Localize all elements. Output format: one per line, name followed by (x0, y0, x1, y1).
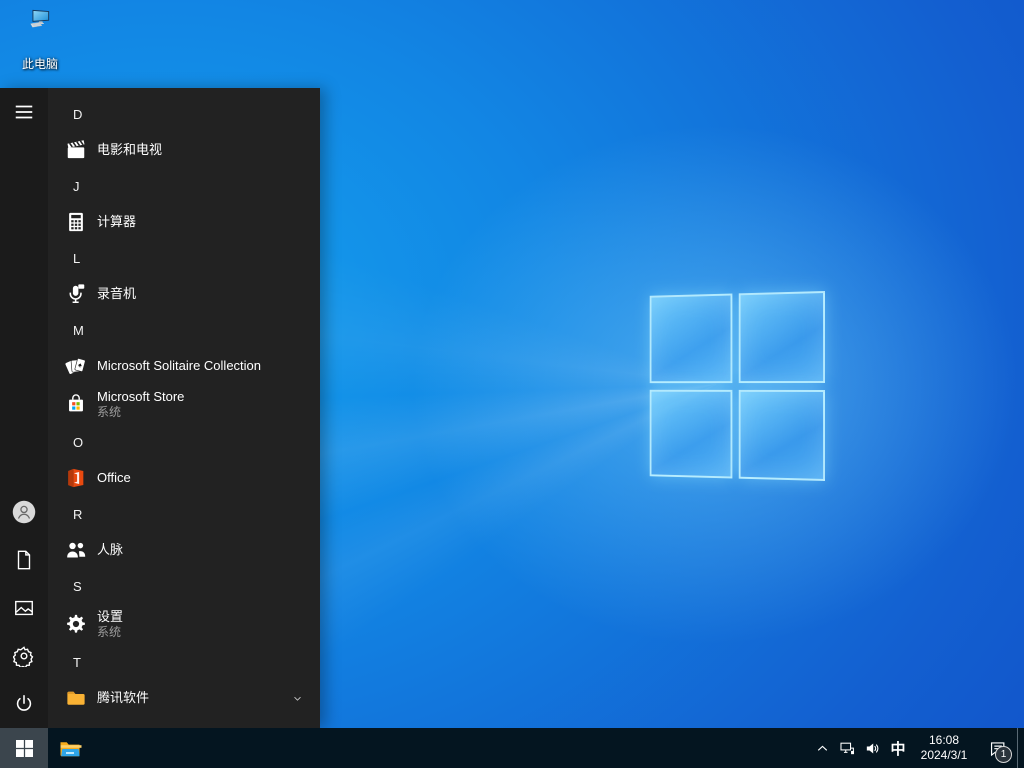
wallpaper-logo-pane (650, 294, 732, 383)
settings-outline-icon (12, 644, 36, 668)
power-button[interactable] (0, 680, 48, 728)
taskbar-pinned-apps (48, 728, 92, 768)
app-section-W[interactable]: W (48, 716, 320, 728)
wallpaper-windows-logo (650, 291, 825, 481)
wallpaper-logo-pane (738, 291, 825, 383)
store-icon (64, 392, 88, 416)
app-section-T[interactable]: T (48, 644, 320, 680)
folder-icon (64, 686, 88, 710)
clock-time: 16:08 (929, 733, 959, 748)
app-label: 电影和电视 (97, 142, 162, 157)
desktop-icon-this-pc[interactable]: 此电脑 (6, 8, 74, 72)
ime-indicator[interactable]: 中 (885, 728, 911, 768)
app-section-R[interactable]: R (48, 496, 320, 532)
app-item[interactable]: 腾讯软件 (48, 680, 320, 716)
app-label: Microsoft Solitaire Collection (97, 358, 261, 373)
show-desktop-button[interactable] (1017, 728, 1024, 768)
wallpaper-logo-pane (650, 389, 732, 478)
app-item[interactable]: 录音机 (48, 276, 320, 312)
app-item[interactable]: Microsoft Store 系统 (48, 384, 320, 424)
section-letter: R (73, 507, 82, 522)
system-tray: 中 16:08 2024/3/1 1 (810, 728, 1024, 768)
app-item[interactable]: 设置 系统 (48, 604, 320, 644)
desktop-icon-label: 此电脑 (6, 55, 74, 72)
notification-badge: 1 (995, 746, 1012, 763)
section-letter: M (73, 323, 84, 338)
taskbar-clock[interactable]: 16:08 2024/3/1 (911, 728, 977, 768)
movies-tv-icon (64, 138, 88, 162)
app-label: 人脉 (97, 542, 123, 557)
app-item[interactable]: Office (48, 460, 320, 496)
app-item[interactable]: 人脉 (48, 532, 320, 568)
chevron-down-icon (290, 691, 304, 705)
rail-bottom-group (0, 488, 48, 728)
app-section-S[interactable]: S (48, 568, 320, 604)
pictures-button[interactable] (0, 584, 48, 632)
app-label: 腾讯软件 (97, 690, 149, 705)
people-icon (64, 538, 88, 562)
chevron-up-icon (811, 736, 835, 760)
section-letter: L (73, 251, 80, 266)
desktop-wallpaper: 此电脑 D 电影和电视 J 计算器 L 录音机 M ♠ Microsoft Solitaire … (0, 0, 1024, 768)
app-label: Microsoft Store (97, 389, 184, 404)
app-label: Office (97, 470, 131, 485)
action-center-button[interactable]: 1 (977, 728, 1017, 768)
section-letter: S (73, 579, 82, 594)
network-button[interactable] (835, 728, 860, 768)
volume-icon (861, 736, 885, 760)
section-letter: J (73, 179, 80, 194)
windows-logo-icon (12, 736, 36, 760)
voice-recorder-icon (64, 282, 88, 306)
start-app-list: D 电影和电视 J 计算器 L 录音机 M ♠ Microsoft Solitaire Coll… (48, 88, 320, 728)
office-icon (64, 466, 88, 490)
section-letter: T (73, 655, 81, 670)
hamburger-icon (12, 100, 36, 124)
network-icon (836, 736, 860, 760)
app-section-O[interactable]: O (48, 424, 320, 460)
app-item[interactable]: 计算器 (48, 204, 320, 240)
app-label: 录音机 (97, 286, 136, 301)
section-letter: O (73, 435, 83, 450)
app-section-J[interactable]: J (48, 168, 320, 204)
user-avatar-icon (12, 500, 36, 524)
user-account-button[interactable] (0, 488, 48, 536)
menu-hamburger-button[interactable] (0, 88, 48, 136)
app-section-D[interactable]: D (48, 96, 320, 132)
app-item[interactable]: 电影和电视 (48, 132, 320, 168)
pictures-icon (12, 596, 36, 620)
settings-button[interactable] (0, 632, 48, 680)
clock-date: 2024/3/1 (921, 748, 968, 763)
app-item[interactable]: ♠ Microsoft Solitaire Collection (48, 348, 320, 384)
solitaire-icon: ♠ (64, 354, 88, 378)
tray-overflow-button[interactable] (810, 728, 835, 768)
start-button[interactable] (0, 728, 48, 768)
power-icon (12, 692, 36, 716)
start-menu-rail (0, 88, 48, 728)
rail-top-group (0, 88, 48, 136)
app-sublabel: 系统 (97, 625, 123, 639)
calculator-icon (64, 210, 88, 234)
app-section-M[interactable]: M (48, 312, 320, 348)
tray-icon-group (810, 728, 885, 768)
documents-button[interactable] (0, 536, 48, 584)
wallpaper-logo-pane (738, 389, 825, 481)
settings-solid-icon (64, 612, 88, 636)
app-section-L[interactable]: L (48, 240, 320, 276)
app-sublabel: 系统 (97, 405, 184, 419)
volume-button[interactable] (860, 728, 885, 768)
section-letter: D (73, 107, 82, 122)
app-label: 计算器 (97, 214, 136, 229)
this-pc-icon (14, 8, 66, 54)
app-label: 设置 (97, 609, 123, 624)
file-explorer-button[interactable] (48, 728, 92, 768)
taskbar: 中 16:08 2024/3/1 1 (0, 728, 1024, 768)
file-explorer-icon (58, 736, 82, 760)
start-menu: D 电影和电视 J 计算器 L 录音机 M ♠ Microsoft Solitaire Coll… (0, 88, 320, 728)
document-icon (12, 548, 36, 572)
